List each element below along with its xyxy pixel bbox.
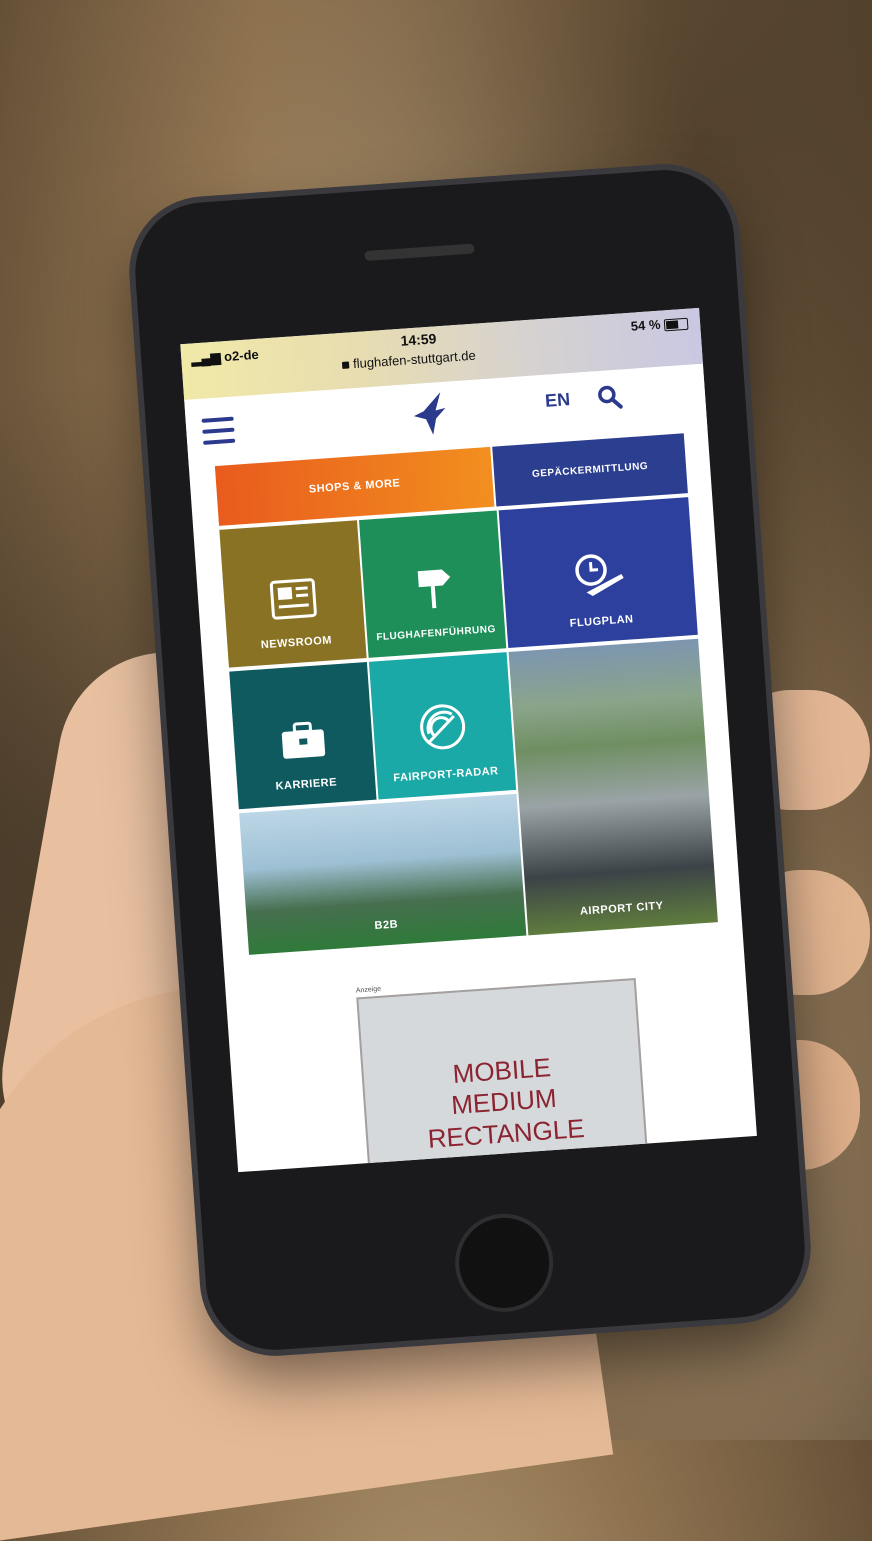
url-text: flughafen-stuttgart.de (352, 347, 477, 372)
tile-airport-city[interactable]: AIRPORT CITY (508, 638, 718, 936)
newspaper-icon (269, 578, 317, 620)
battery-percent: 54 % (630, 316, 661, 334)
clock: 14:59 (400, 330, 437, 349)
tile-label: FLUGHAFENFÜHRUNG (376, 623, 497, 644)
hamburger-icon[interactable] (201, 416, 236, 445)
ad-text: MOBILE MEDIUM RECTANGLE (426, 1052, 586, 1154)
tile-gepaeckermittlung[interactable]: GEPÄCKERMITTLUNG (492, 433, 688, 507)
tile-label: FLUGPLAN (569, 613, 634, 630)
signpost-icon (417, 569, 451, 609)
tile-b2b[interactable]: B2B (239, 793, 527, 955)
tile-newsroom[interactable]: NEWSROOM (219, 520, 367, 668)
tile-label: KARRIERE (275, 776, 338, 793)
tile-label: FAIRPORT-RADAR (392, 765, 499, 785)
language-switch[interactable]: EN (544, 389, 570, 412)
ad-banner[interactable]: MOBILE MEDIUM RECTANGLE (356, 977, 652, 1173)
smartphone: ▂▄▆ o2-de 14:59 flughafen-stuttgart.de 5… (130, 165, 810, 1355)
address-bar[interactable]: flughafen-stuttgart.de (341, 347, 477, 372)
tile-flughafenfuehrung[interactable]: FLUGHAFENFÜHRUNG (358, 510, 507, 658)
tile-flugplan[interactable]: FLUGPLAN (498, 497, 698, 649)
tile-label: B2B (374, 918, 399, 933)
battery-icon (663, 317, 689, 331)
tile-label: SHOPS & MORE (308, 477, 401, 496)
tile-karriere[interactable]: KARRIERE (229, 661, 377, 810)
home-button[interactable] (451, 1210, 557, 1316)
ad-label: Anzeige (355, 985, 382, 995)
carrier-label: ▂▄▆ o2-de (190, 346, 260, 367)
tile-label: GEPÄCKERMITTLUNG (531, 460, 649, 480)
carrier-text: o2-de (223, 346, 260, 365)
tile-label: AIRPORT CITY (579, 899, 664, 918)
tile-label: NEWSROOM (260, 634, 333, 652)
tile-grid: SHOPS & MORE GEPÄCKERMITTLUNG NEWSROOM F… (214, 433, 720, 985)
phone-screen: ▂▄▆ o2-de 14:59 flughafen-stuttgart.de 5… (180, 307, 757, 1173)
radar-icon (420, 704, 466, 750)
phone-speaker (364, 243, 475, 262)
search-icon[interactable] (596, 383, 624, 411)
airport-bird-logo[interactable] (404, 387, 457, 440)
clock-plane-icon (575, 554, 624, 597)
lock-icon (341, 361, 350, 370)
battery-status: 54 % (630, 315, 689, 334)
briefcase-icon (281, 721, 326, 759)
tile-fairport-radar[interactable]: FAIRPORT-RADAR (368, 652, 517, 800)
